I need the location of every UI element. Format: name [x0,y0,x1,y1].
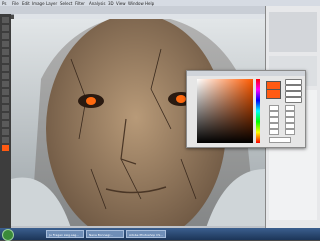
taskbar-item[interactable]: Ju Fragen zeig.sag... [46,230,84,238]
menu-edit[interactable]: Edit [22,1,30,6]
color-picker-title [187,71,305,76]
color-field[interactable] [197,79,253,143]
pen-tool-icon[interactable] [2,121,9,127]
hex-field[interactable] [269,137,291,143]
color-panel[interactable] [269,12,317,52]
menu-3d[interactable]: 3D [108,1,114,6]
foreground-color-swatch[interactable] [2,145,9,151]
tools-panel [0,14,11,228]
color-libraries-button[interactable] [285,97,302,103]
dodge-tool-icon[interactable] [2,113,9,119]
brush-tool-icon[interactable] [2,73,9,79]
hue-slider[interactable] [256,79,260,143]
menu-window[interactable]: Window [128,1,144,6]
menu-help[interactable]: Help [145,1,154,6]
clone-stamp-tool-icon[interactable] [2,81,9,87]
taskbar-item[interactable]: Adobe Photoshop CS... [126,230,166,238]
taskbar-item[interactable]: Nena Bonnegr... [86,230,124,238]
quick-select-tool-icon[interactable] [2,41,9,47]
start-button[interactable] [2,229,14,241]
crop-tool-icon[interactable] [2,49,9,55]
menu-file[interactable]: File [12,1,19,6]
marquee-tool-icon[interactable] [2,25,9,31]
taskbar: Ju Fragen zeig.sag... Nena Bonnegr... Ad… [0,228,320,241]
type-tool-icon[interactable] [2,129,9,135]
magenta-field[interactable] [285,129,295,135]
app-logo-icon[interactable]: Ps [2,1,6,6]
color-picker-dialog [186,70,306,148]
history-brush-tool-icon[interactable] [2,89,9,95]
healing-brush-tool-icon[interactable] [2,65,9,71]
menu-select[interactable]: Select [60,1,72,6]
menu-layer[interactable]: Layer [46,1,57,6]
gradient-tool-icon[interactable] [2,105,9,111]
lasso-tool-icon[interactable] [2,33,9,39]
move-tool-icon[interactable] [2,17,9,23]
eraser-tool-icon[interactable] [2,97,9,103]
menu-filter[interactable]: Filter [75,1,85,6]
menu-analysis[interactable]: Analysis [89,1,105,6]
green-field[interactable] [269,129,279,135]
menu-view[interactable]: View [116,1,126,6]
hand-tool-icon[interactable] [2,137,9,143]
menu-image[interactable]: Image [32,1,45,6]
eyedropper-tool-icon[interactable] [2,57,9,63]
current-color-swatch [266,89,281,99]
